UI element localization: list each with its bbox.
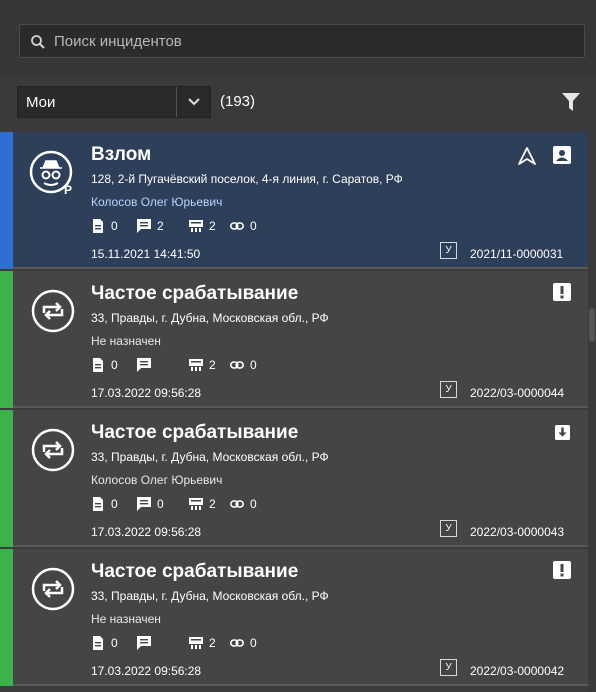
incident-title: Взлом bbox=[91, 144, 152, 165]
device-icon bbox=[189, 637, 203, 649]
devices-count: 2 bbox=[209, 497, 216, 511]
link-icon bbox=[230, 222, 244, 230]
incident-card[interactable]: Частое срабатывание 33, Правды, г. Дубна… bbox=[0, 410, 588, 547]
comment-icon bbox=[137, 358, 151, 372]
link-icon bbox=[230, 500, 244, 508]
owner-filter-value[interactable]: Мои bbox=[26, 94, 55, 111]
priority-stripe bbox=[0, 132, 13, 269]
incident-number: 2022/03-0000043 bbox=[470, 525, 565, 539]
incident-title: Частое срабатывание bbox=[91, 283, 299, 304]
download-icon[interactable] bbox=[555, 425, 570, 440]
incident-datetime: 15.11.2021 14:41:50 bbox=[91, 247, 201, 261]
search-icon bbox=[31, 35, 45, 49]
alert-icon[interactable] bbox=[553, 283, 571, 301]
owner-filter-select[interactable]: Мои bbox=[17, 86, 211, 118]
incident-assignee: Не назначен bbox=[91, 612, 161, 626]
devices-count: 2 bbox=[209, 358, 216, 372]
filter-bar: Мои (193) bbox=[0, 76, 596, 130]
document-icon bbox=[93, 497, 103, 511]
docs-count: 0 bbox=[111, 497, 118, 511]
incident-address: 33, Правды, г. Дубна, Московская обл., Р… bbox=[91, 450, 329, 464]
link-icon bbox=[230, 361, 244, 369]
document-icon bbox=[93, 358, 103, 372]
type-badge: У bbox=[440, 659, 457, 676]
priority-stripe bbox=[0, 410, 13, 547]
priority-stripe bbox=[0, 271, 13, 408]
priority-stripe bbox=[0, 549, 13, 686]
comments-count: 2 bbox=[157, 219, 164, 233]
svg-text:P: P bbox=[64, 183, 72, 196]
chevron-down-icon[interactable] bbox=[186, 95, 202, 109]
docs-count: 0 bbox=[111, 219, 118, 233]
comment-icon bbox=[137, 497, 151, 511]
comments-count: 0 bbox=[157, 497, 164, 511]
repeat-icon bbox=[31, 289, 75, 333]
document-icon bbox=[93, 219, 103, 233]
links-count: 0 bbox=[250, 497, 257, 511]
incident-address: 128, 2-й Пугачёвский поселок, 4-я линия,… bbox=[91, 172, 403, 186]
incident-title: Частое срабатывание bbox=[91, 422, 299, 443]
type-badge: У bbox=[440, 520, 457, 537]
repeat-icon bbox=[31, 567, 75, 611]
type-badge: У bbox=[440, 381, 457, 398]
filter-icon[interactable] bbox=[562, 92, 580, 112]
list-scrollbar-thumb[interactable] bbox=[589, 308, 595, 342]
incident-count: (193) bbox=[220, 93, 256, 110]
device-icon bbox=[189, 498, 203, 510]
incident-datetime: 17.03.2022 09:56:28 bbox=[91, 386, 202, 400]
intruder-icon: P bbox=[29, 150, 73, 196]
select-divider bbox=[176, 87, 177, 117]
navigate-icon[interactable] bbox=[518, 147, 536, 165]
incident-number: 2021/11-0000031 bbox=[470, 247, 564, 261]
search-placeholder[interactable]: Поиск инцидентов bbox=[54, 33, 182, 50]
incident-card[interactable]: P Взлом 128, 2-й Пугачёвский поселок, 4-… bbox=[0, 132, 588, 269]
type-badge: У bbox=[440, 242, 457, 259]
device-icon bbox=[189, 220, 203, 232]
comment-icon bbox=[137, 219, 151, 233]
incident-list: P Взлом 128, 2-й Пугачёвский поселок, 4-… bbox=[0, 132, 588, 692]
incident-number: 2022/03-0000042 bbox=[470, 664, 565, 678]
links-count: 0 bbox=[250, 219, 257, 233]
person-card-icon[interactable] bbox=[553, 146, 571, 164]
link-icon bbox=[230, 639, 244, 647]
incident-title: Частое срабатывание bbox=[91, 561, 299, 582]
devices-count: 2 bbox=[209, 636, 216, 650]
incident-address: 33, Правды, г. Дубна, Московская обл., Р… bbox=[91, 311, 329, 325]
docs-count: 0 bbox=[111, 636, 118, 650]
incident-datetime: 17.03.2022 09:56:28 bbox=[91, 525, 202, 539]
device-icon bbox=[189, 359, 203, 371]
incident-assignee: Не назначен bbox=[91, 334, 161, 348]
repeat-icon bbox=[31, 428, 75, 472]
incident-assignee[interactable]: Колосов Олег Юрьевич bbox=[91, 473, 222, 487]
alert-icon[interactable] bbox=[553, 561, 571, 579]
incident-card[interactable]: Частое срабатывание 33, Правды, г. Дубна… bbox=[0, 271, 588, 408]
links-count: 0 bbox=[250, 636, 257, 650]
incident-number: 2022/03-0000044 bbox=[470, 386, 565, 400]
docs-count: 0 bbox=[111, 358, 118, 372]
incident-datetime: 17.03.2022 09:56:28 bbox=[91, 664, 202, 678]
links-count: 0 bbox=[250, 358, 257, 372]
search-bar: Поиск инцидентов bbox=[0, 0, 596, 76]
comment-icon bbox=[137, 636, 151, 650]
incident-assignee[interactable]: Колосов Олег Юрьевич bbox=[91, 195, 222, 209]
search-field[interactable]: Поиск инцидентов bbox=[19, 24, 585, 58]
incident-address: 33, Правды, г. Дубна, Московская обл., Р… bbox=[91, 589, 329, 603]
devices-count: 2 bbox=[209, 219, 216, 233]
document-icon bbox=[93, 636, 103, 650]
incident-card[interactable]: Частое срабатывание 33, Правды, г. Дубна… bbox=[0, 549, 588, 686]
list-scrollbar[interactable] bbox=[588, 132, 596, 692]
